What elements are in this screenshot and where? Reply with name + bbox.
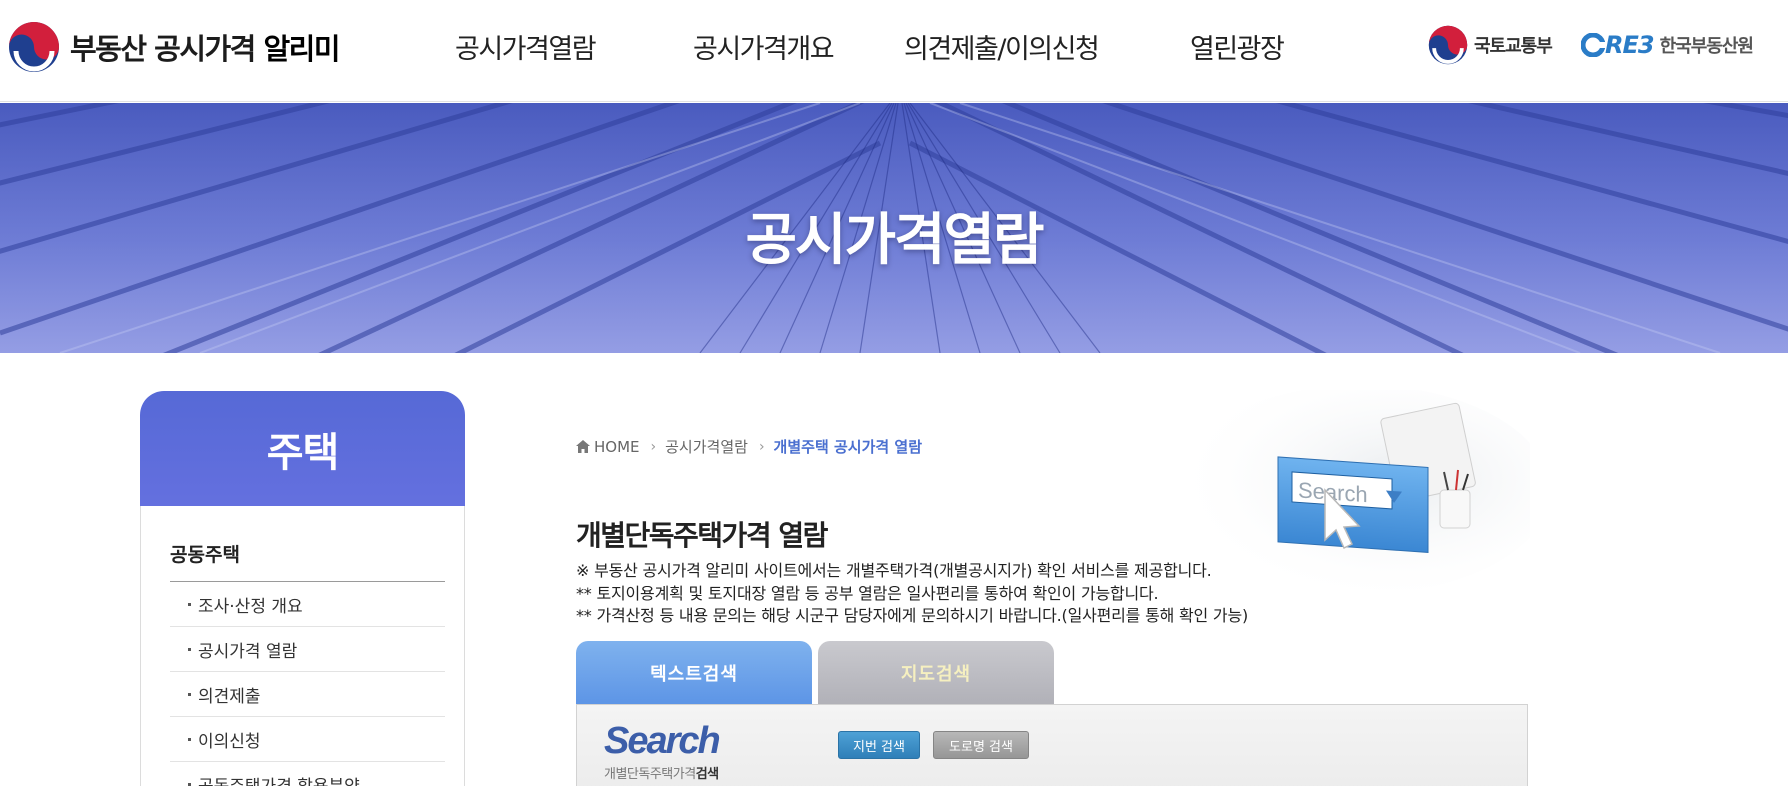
molit-label: 국토교통부: [1474, 36, 1553, 57]
site-logo-text: 부동산 공시가격 알리미: [70, 26, 340, 68]
sidebar-item-objection[interactable]: 이의신청: [170, 717, 445, 762]
banner-title: 공시가격열람: [745, 208, 1044, 273]
chevron-right-icon: ›: [758, 438, 765, 455]
notice-item: ** 토지이용계획 및 토지대장 열람 등 공부 열람은 일사편리를 통하여 확…: [576, 583, 1159, 603]
notice-item: ** 가격산정 등 내용 문의는 해당 시군구 담당자에게 문의하시기 바랍니다…: [576, 606, 1249, 625]
tab-map-search[interactable]: 지도검색: [818, 641, 1054, 704]
partner-reb[interactable]: RE3 한국부동산원: [1581, 24, 1754, 66]
breadcrumb-current: 개별주택 공시가격 열람: [773, 438, 922, 456]
search-logo-subtitle-bold: 검색: [695, 767, 719, 782]
site-header: 부동산 공시가격 알리미 공시가격열람 공시가격개요 의견제출/이의신청 열린광…: [0, 0, 1788, 102]
sidebar-submenu: 조사·산정 개요 공시가격 열람 의견제출 이의신청 공동주택가격 할용분양: [170, 582, 445, 786]
lot-number-search-button[interactable]: 지번 검색: [838, 731, 920, 759]
sidebar-item-opinion[interactable]: 의견제출: [170, 672, 445, 717]
breadcrumb-home[interactable]: HOME: [594, 438, 640, 456]
home-icon: [576, 440, 590, 453]
sidebar-group-title[interactable]: 공동주택: [170, 540, 445, 582]
nav-item-price-overview[interactable]: 공시가격개요: [693, 27, 835, 66]
sidebar-item-label: 공동주택가격 할용분양: [198, 772, 360, 786]
notice-item: ※ 부동산 공시가격 알리미 사이트에서는 개별주택가격(개별공시지가) 확인 …: [576, 561, 1212, 580]
sidebar: 주택 공동주택 조사·산정 개요 공시가격 열람 의견제출 이의신청 공동주택가…: [140, 391, 465, 786]
breadcrumb-level1[interactable]: 공시가격열람: [665, 436, 748, 457]
logo-text-bold: 알리미: [263, 32, 340, 66]
tab-text-search[interactable]: 텍스트검색: [576, 641, 812, 704]
nav-item-price-view[interactable]: 공시가격열람: [455, 27, 597, 66]
sidebar-title: 주택: [266, 429, 340, 476]
reb-label: 한국부동산원: [1659, 36, 1754, 57]
sidebar-item-survey-overview[interactable]: 조사·산정 개요: [170, 582, 445, 627]
sidebar-item-price-view[interactable]: 공시가격 열람: [170, 627, 445, 672]
nav-item-opinion-objection[interactable]: 의견제출/이의신청: [904, 27, 1100, 66]
sidebar-menu: 공동주택 조사·산정 개요 공시가격 열람 의견제출 이의신청 공동주택가격 할…: [140, 506, 465, 786]
sidebar-item-label: 조사·산정 개요: [198, 596, 303, 617]
reb-mark: RE3: [1605, 31, 1655, 59]
nav-item-open-forum[interactable]: 열린광장: [1190, 27, 1285, 66]
sidebar-header: 주택: [140, 391, 465, 506]
page-banner: 공시가격열람: [0, 103, 1788, 353]
taegeuk-logo-icon: [9, 22, 59, 72]
sidebar-item-usage[interactable]: 공동주택가격 할용분양: [170, 762, 445, 786]
breadcrumb: HOME › 공시가격열람 › 개별주택 공시가격 열람: [576, 436, 922, 457]
notice-list: ※ 부동산 공시가격 알리미 사이트에서는 개별주택가격(개별공시지가) 확인 …: [576, 560, 1248, 628]
reb-logo-icon: [1581, 33, 1605, 57]
site-logo[interactable]: 부동산 공시가격 알리미: [8, 20, 340, 74]
road-name-search-button[interactable]: 도로명 검색: [933, 731, 1029, 759]
search-logo-title: Search: [604, 720, 721, 762]
molit-logo-icon: [1428, 25, 1468, 65]
search-panel-logo: Search 개별단독주택가격검색: [604, 720, 721, 782]
search-logo-subtitle-regular: 개별단독주택가격: [604, 767, 696, 782]
sidebar-item-label: 공시가격 열람: [198, 641, 298, 662]
search-logo-subtitle: 개별단독주택가격검색: [604, 763, 719, 782]
search-panel: Search 개별단독주택가격검색 지번 검색 도로명 검색: [576, 704, 1528, 786]
logo-text-regular: 부동산 공시가격: [70, 32, 264, 66]
partner-molit[interactable]: 국토교통부: [1428, 24, 1553, 66]
sidebar-item-label: 의견제출: [198, 686, 261, 707]
sidebar-item-label: 이의신청: [198, 731, 261, 752]
chevron-right-icon: ›: [650, 438, 657, 455]
page-title: 개별단독주택가격 열람: [576, 519, 828, 552]
